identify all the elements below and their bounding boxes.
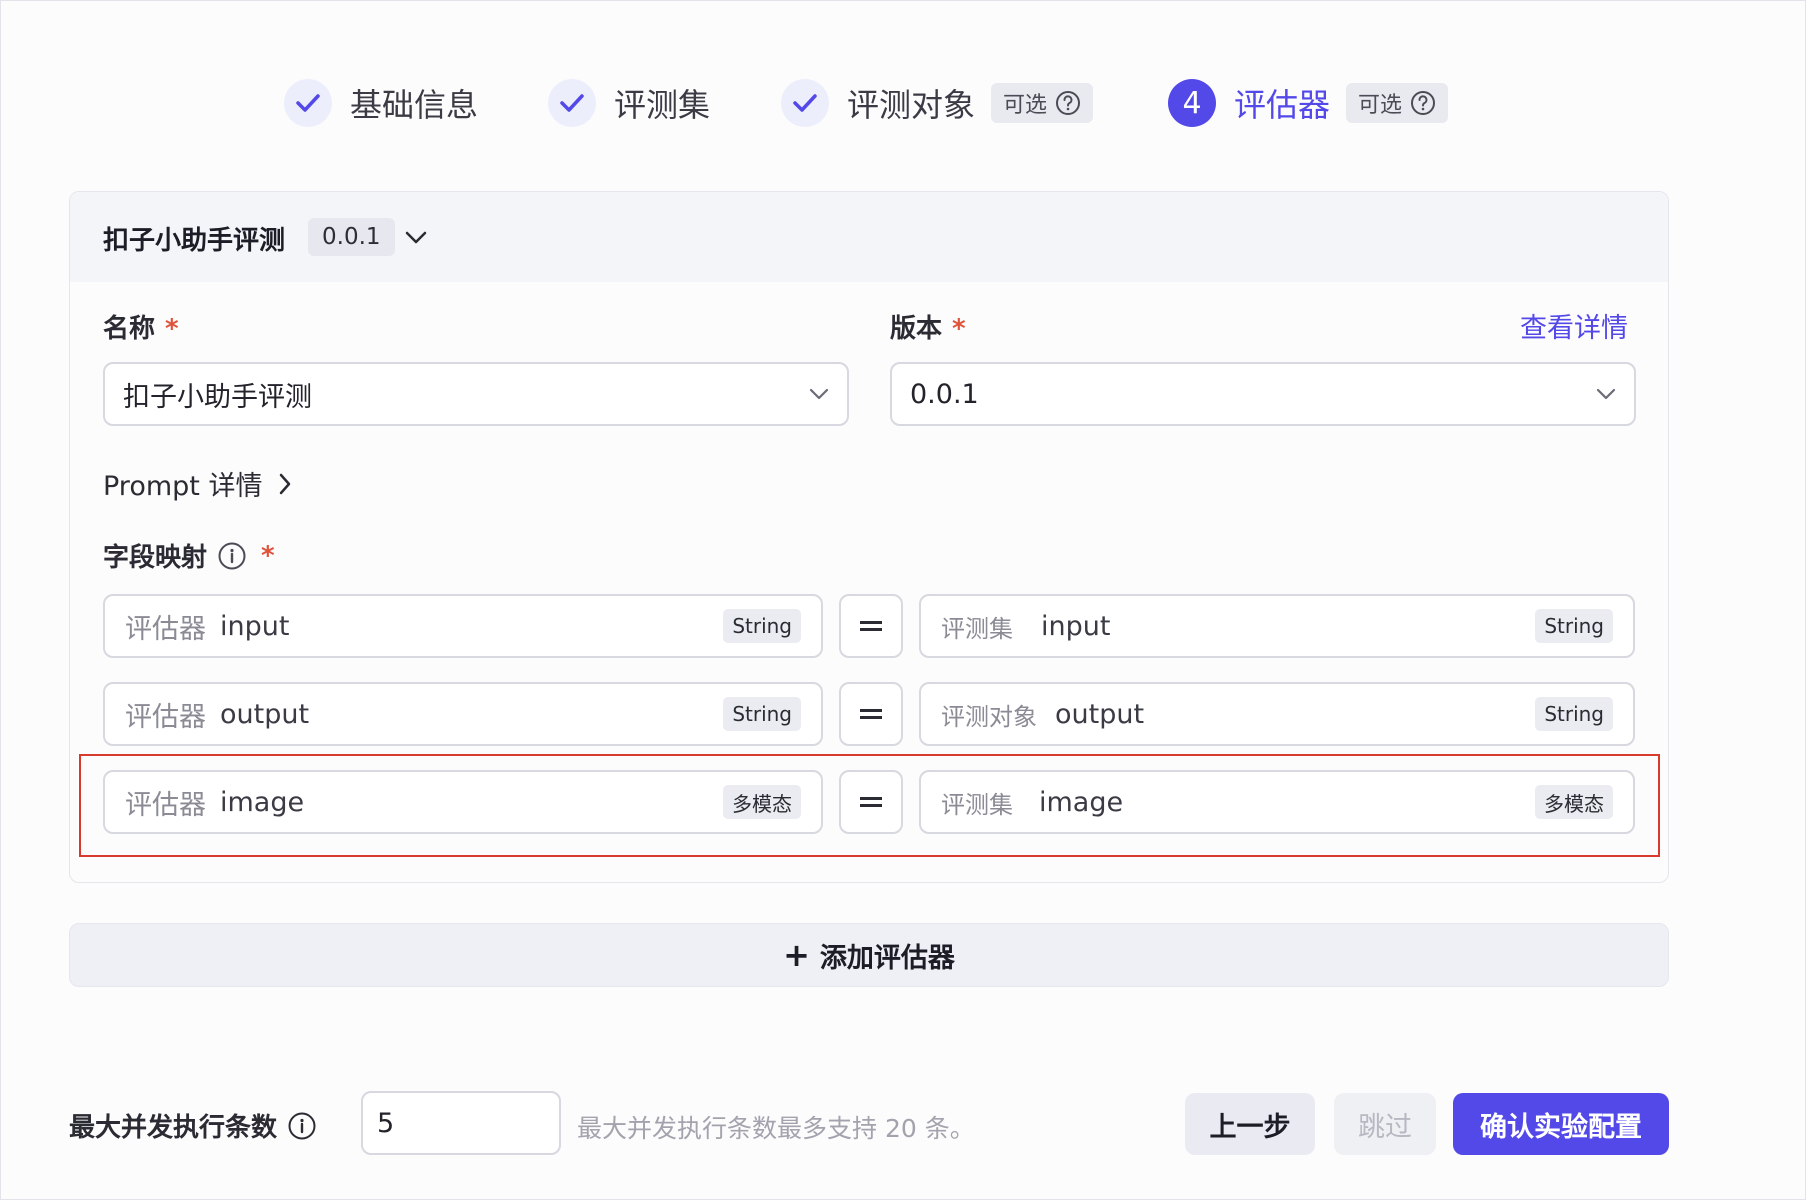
prompt-details-toggle[interactable]: Prompt 详情 — [103, 464, 292, 503]
version-select[interactable]: 0.0.1 — [890, 362, 1636, 426]
collapse-chevron-icon[interactable] — [400, 222, 432, 254]
evaluator-field-output[interactable]: 评估器 output String — [103, 682, 823, 746]
highlight-box — [79, 754, 1660, 857]
help-icon[interactable] — [1410, 90, 1436, 116]
type-tag: String — [1535, 697, 1613, 731]
version-label: 版本 * — [890, 314, 966, 344]
equals-icon — [839, 594, 903, 658]
view-details-link[interactable]: 查看详情 — [1520, 306, 1628, 345]
card-header[interactable]: 扣子小助手评测 0.0.1 — [70, 192, 1668, 282]
check-icon — [781, 79, 829, 127]
chevron-down-icon — [809, 388, 829, 400]
confirm-config-button[interactable]: 确认实验配置 — [1453, 1093, 1669, 1155]
step-label: 评测对象 — [847, 86, 976, 124]
chevron-down-icon — [1596, 388, 1616, 400]
name-select[interactable]: 扣子小助手评测 — [103, 362, 849, 426]
evaluator-title: 扣子小助手评测 — [103, 226, 286, 256]
name-select-value: 扣子小助手评测 — [123, 381, 312, 413]
optional-badge: 可选 — [991, 83, 1094, 123]
check-icon — [548, 79, 596, 127]
plus-icon: + — [783, 936, 810, 974]
type-tag: String — [1535, 609, 1613, 643]
concurrency-hint: 最大并发执行条数最多支持 20 条。 — [577, 1114, 975, 1143]
add-evaluator-label: 添加评估器 — [819, 942, 955, 974]
required-mark: * — [261, 540, 275, 571]
info-icon[interactable] — [287, 1111, 317, 1141]
eval-set-field-input[interactable]: 评测集 input String — [919, 594, 1635, 658]
concurrency-input[interactable]: 5 — [361, 1091, 561, 1155]
skip-button[interactable]: 跳过 — [1334, 1093, 1436, 1155]
evaluator-field-input[interactable]: 评估器 input String — [103, 594, 823, 658]
step-evaluator[interactable]: 4 评估器 可选 — [1168, 77, 1449, 129]
step-eval-set[interactable]: 评测集 — [548, 77, 710, 129]
field-mapping-label: 字段映射 * — [103, 540, 275, 574]
help-icon[interactable] — [1055, 90, 1081, 116]
concurrency-label: 最大并发执行条数 — [69, 1107, 317, 1144]
optional-badge: 可选 — [1346, 83, 1449, 123]
type-tag: String — [723, 609, 801, 643]
check-icon — [284, 79, 332, 127]
optional-label: 可选 — [1358, 93, 1403, 118]
chevron-right-icon — [278, 473, 292, 495]
concurrency-value: 5 — [377, 1107, 395, 1139]
name-label: 名称 * — [103, 314, 179, 344]
eval-target-field-output[interactable]: 评测对象 output String — [919, 682, 1635, 746]
info-icon[interactable] — [217, 541, 247, 571]
type-tag: String — [723, 697, 801, 731]
required-mark: * — [952, 314, 966, 344]
step-eval-target[interactable]: 评测对象 可选 — [781, 77, 1094, 129]
step-label: 评测集 — [614, 86, 711, 124]
step-label: 评估器 — [1234, 86, 1331, 124]
prev-step-button[interactable]: 上一步 — [1185, 1093, 1315, 1155]
add-evaluator-button[interactable]: + 添加评估器 — [69, 923, 1669, 987]
step-number: 4 — [1168, 79, 1216, 127]
version-select-value: 0.0.1 — [910, 378, 979, 410]
step-label: 基础信息 — [350, 86, 479, 124]
optional-label: 可选 — [1003, 93, 1048, 118]
required-mark: * — [165, 314, 179, 344]
version-tag: 0.0.1 — [308, 218, 395, 256]
equals-icon — [839, 682, 903, 746]
step-basic-info[interactable]: 基础信息 — [284, 77, 478, 129]
prompt-details-label: Prompt 详情 — [103, 471, 263, 502]
